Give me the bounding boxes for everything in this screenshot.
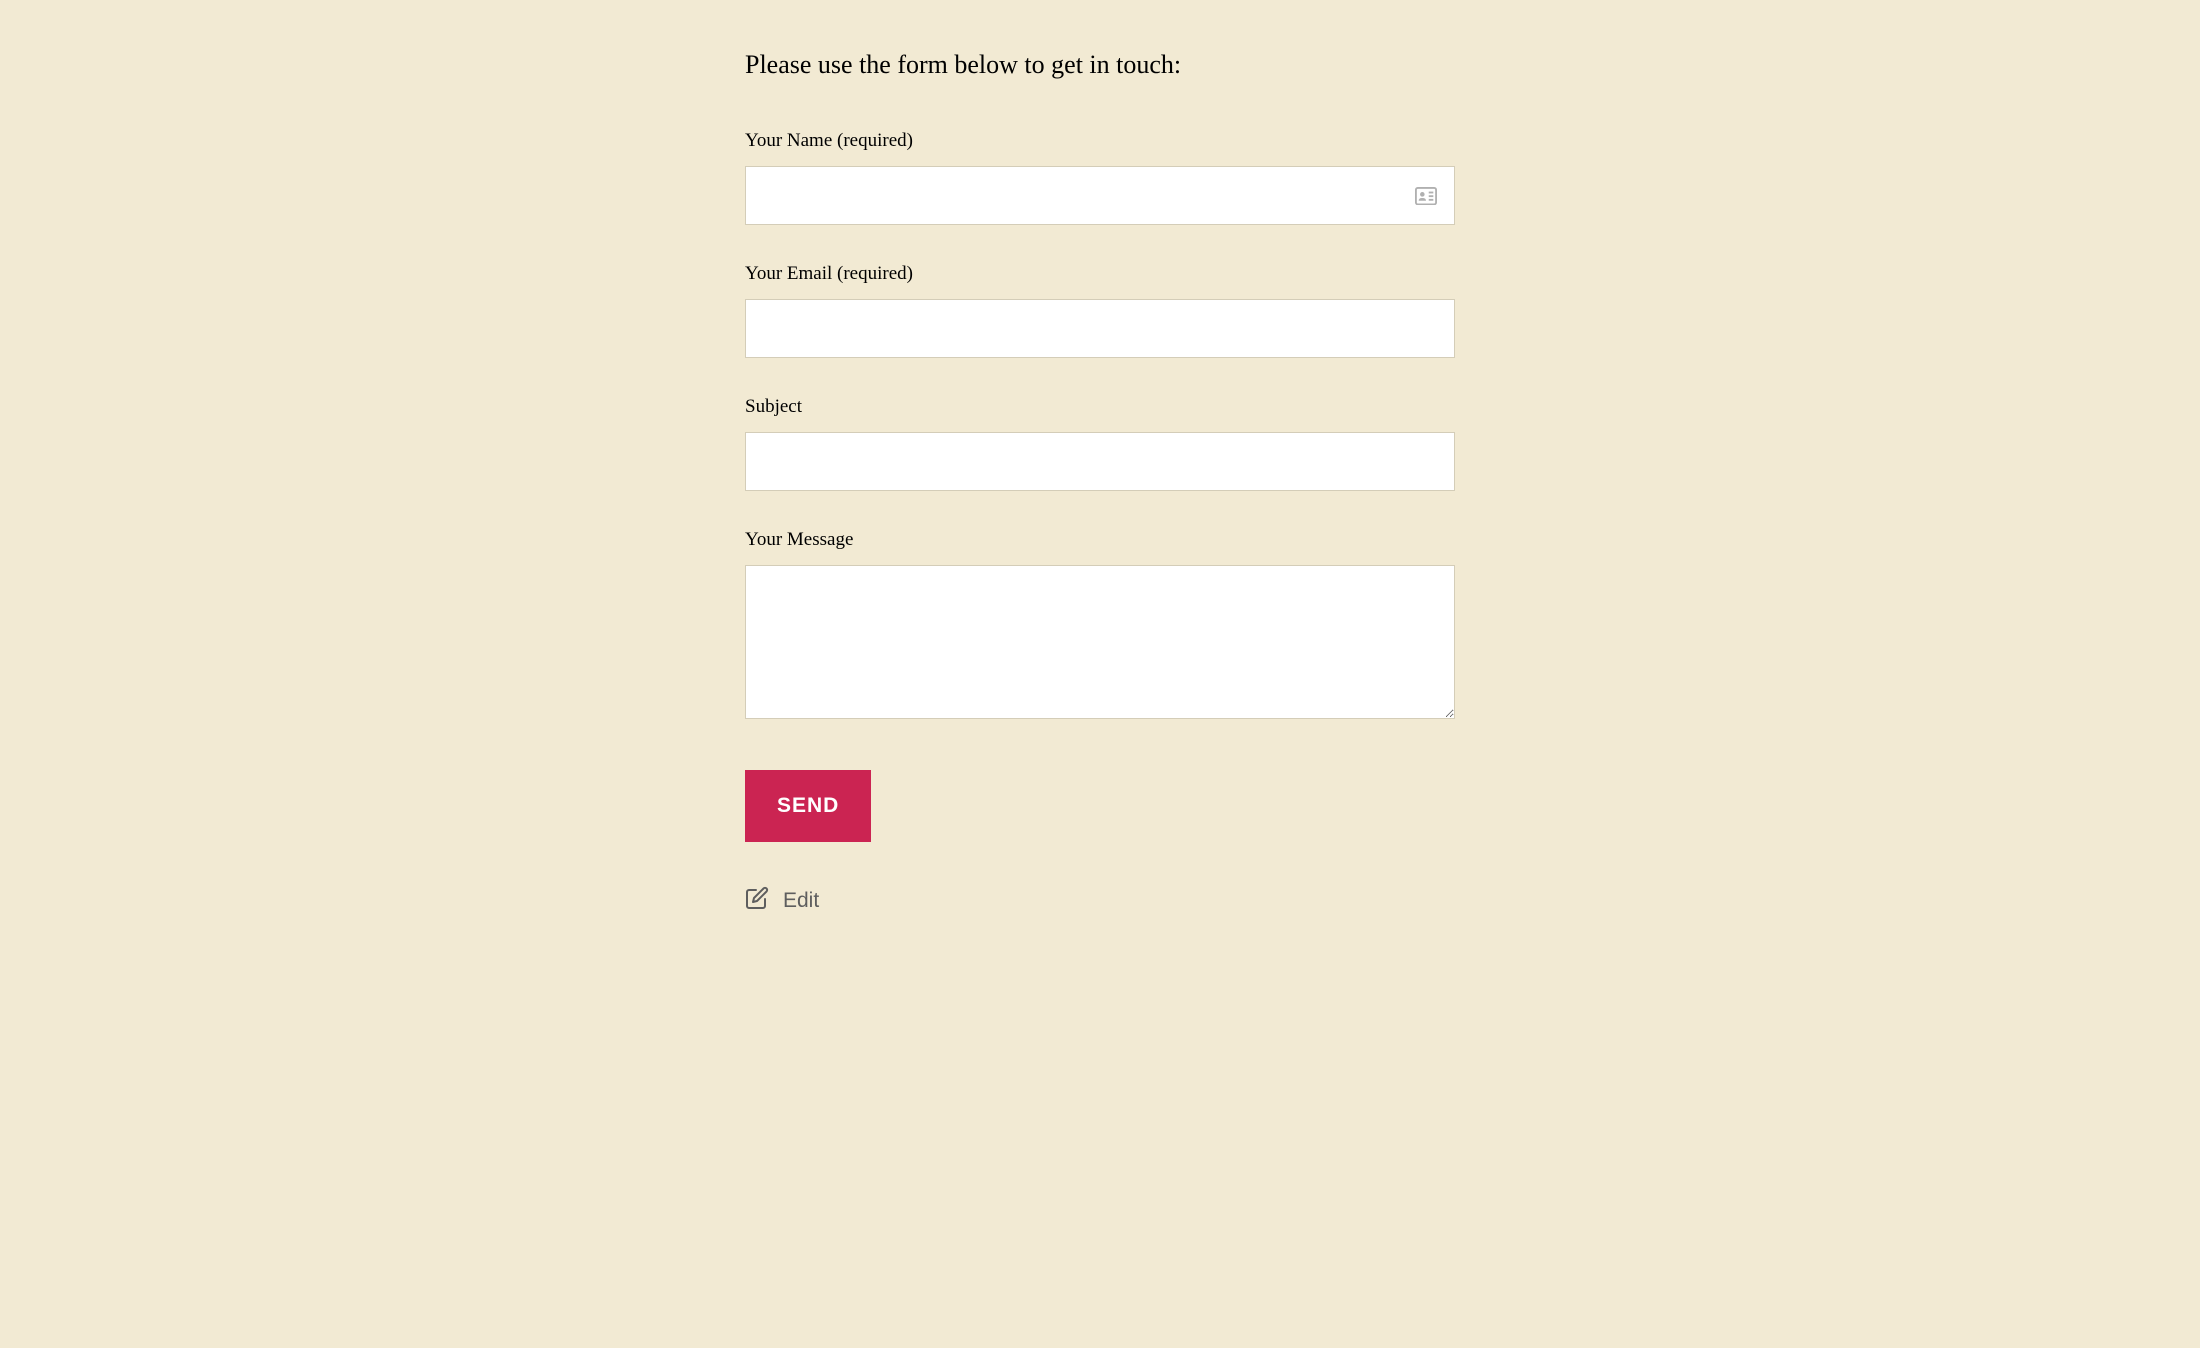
- edit-icon: [745, 886, 769, 916]
- name-field-group: Your Name (required): [745, 130, 1455, 225]
- subject-label: Subject: [745, 396, 1455, 418]
- contact-form: Your Name (required) Your Email (require…: [745, 130, 1455, 842]
- name-input-wrapper: [745, 166, 1455, 225]
- message-textarea[interactable]: [745, 565, 1455, 719]
- message-field-group: Your Message: [745, 529, 1455, 724]
- edit-link-label: Edit: [783, 889, 819, 913]
- email-label: Your Email (required): [745, 263, 1455, 285]
- send-button[interactable]: SEND: [745, 770, 871, 842]
- contact-form-container: Please use the form below to get in touc…: [725, 50, 1475, 916]
- subject-input[interactable]: [745, 432, 1455, 491]
- subject-field-group: Subject: [745, 396, 1455, 491]
- name-input[interactable]: [745, 166, 1455, 225]
- email-field-group: Your Email (required): [745, 263, 1455, 358]
- edit-link[interactable]: Edit: [745, 886, 819, 916]
- email-input[interactable]: [745, 299, 1455, 358]
- intro-text: Please use the form below to get in touc…: [745, 50, 1455, 80]
- name-label: Your Name (required): [745, 130, 1455, 152]
- message-label: Your Message: [745, 529, 1455, 551]
